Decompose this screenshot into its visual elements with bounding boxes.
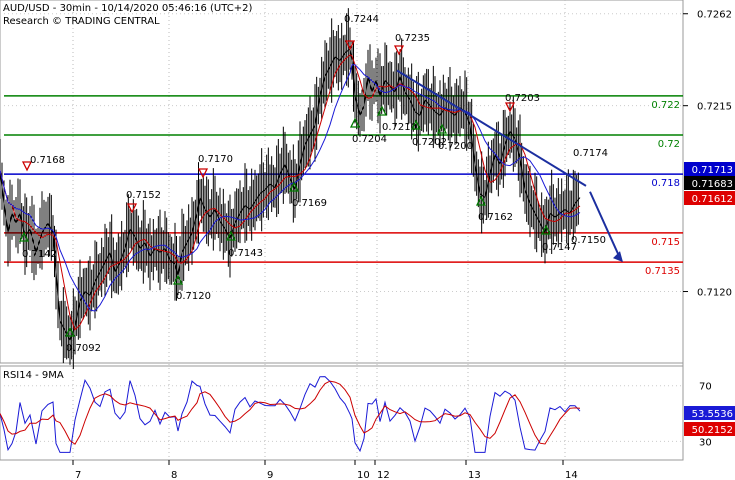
time-tick-label: 12 <box>377 470 390 480</box>
time-tick-label: 7 <box>75 470 81 480</box>
horizontal-levels: 0.722 0.72 0.718 0.715 0.7135 <box>4 95 683 277</box>
level-label: 0.72 <box>658 139 680 150</box>
swing-label: 0.7235 <box>395 33 430 44</box>
price-tick-label: 0.7120 <box>697 288 732 299</box>
price-tick-label: 0.7262 <box>697 10 732 21</box>
price-badge-label: 0.71713 <box>692 165 733 176</box>
swing-label: 0.7174 <box>573 148 608 159</box>
price-series-group <box>0 8 623 370</box>
rsi-badge-label: 53.5536 <box>692 409 733 420</box>
rsi-badge-label: 50.2152 <box>692 425 733 436</box>
projection-arrow-line <box>589 191 621 259</box>
swing-label: 0.7168 <box>30 155 65 166</box>
time-tick-label: 9 <box>267 470 273 480</box>
price-badge-label: 0.71683 <box>692 179 733 190</box>
swing-label: 0.7152 <box>126 190 161 201</box>
swing-label: 0.7170 <box>198 154 233 165</box>
swing-label: 0.7204 <box>352 134 387 145</box>
chart-header-line1: AUD/USD - 30min - 10/14/2020 05:46:16 (U… <box>3 3 252 14</box>
chart-canvas: 0.7220.720.7180.7150.7135 0.71680.71420.… <box>0 0 735 480</box>
swing-high-marker <box>197 168 209 179</box>
swing-label: 0.7092 <box>66 343 101 354</box>
swing-label: 0.7169 <box>292 198 327 209</box>
level-label: 0.715 <box>651 237 680 248</box>
chart-header-line2: Research © TRADING CENTRAL <box>3 16 160 27</box>
time-tick-label: 10 <box>357 470 370 480</box>
swing-label: 0.7203 <box>505 93 540 104</box>
rsi-tick-label: 30 <box>699 437 712 448</box>
swing-label: 0.7143 <box>228 248 263 259</box>
swing-label: 0.7210 <box>382 122 417 133</box>
time-tick-label: 13 <box>468 470 481 480</box>
swing-label: 0.7244 <box>344 14 379 25</box>
swing-label: 0.7142 <box>22 249 57 260</box>
price-badge-label: 0.71612 <box>692 194 733 205</box>
level-label: 0.718 <box>651 178 680 189</box>
rsi-series-group: 70 30 53.5536 50.2152 <box>0 376 735 453</box>
rsi-panel-title: RSI14 - 9MA <box>3 370 64 381</box>
price-axis: 0.7262 0.7215 0.7120 0.71713 0.71683 0.71612 <box>683 10 735 299</box>
swing-label: 0.7200 <box>438 141 473 152</box>
time-tick-label: 14 <box>565 470 578 480</box>
swing-label: 0.7150 <box>571 235 606 246</box>
swing-label: 0.7120 <box>176 291 211 302</box>
rsi-panel-frame <box>0 365 684 461</box>
level-label: 0.722 <box>651 100 680 111</box>
level-label: 0.7135 <box>645 266 680 277</box>
swing-label: 0.7162 <box>478 212 513 223</box>
price-tick-label: 0.7215 <box>697 102 732 113</box>
rsi-tick-label: 70 <box>699 382 712 393</box>
time-axis: 7 8 9 10 12 13 14 <box>72 460 578 480</box>
time-tick-label: 8 <box>171 470 177 480</box>
